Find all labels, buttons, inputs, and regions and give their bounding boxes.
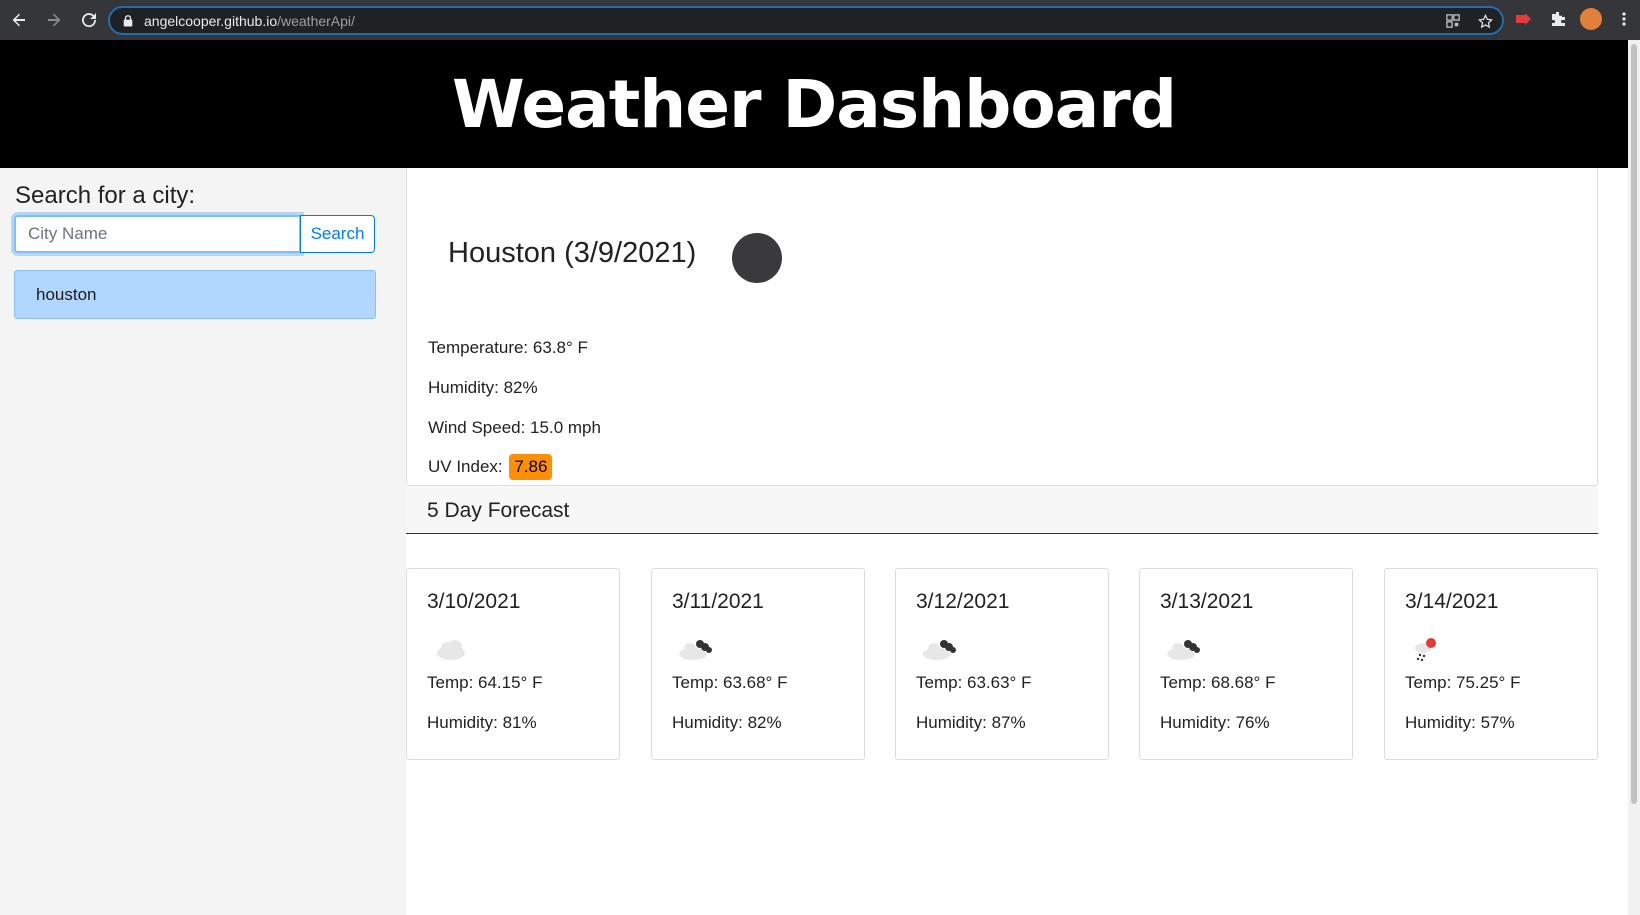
forecast-card: 3/13/2021 Temp: 68.68° F Humidity: 76% <box>1139 568 1353 760</box>
extensions-puzzle-icon[interactable] <box>1546 6 1570 32</box>
forecast-temp: Temp: 68.68° F <box>1160 673 1276 692</box>
current-wind-speed: Wind Speed: 15.0 mph <box>428 418 601 437</box>
forecast-temp: Temp: 63.63° F <box>916 673 1032 692</box>
profile-avatar[interactable] <box>1580 8 1602 30</box>
search-label: Search for a city: <box>15 182 196 209</box>
page-viewport: Weather Dashboard Search for a city: Sea… <box>0 40 1628 915</box>
rain-icon <box>1415 638 1436 662</box>
lock-icon[interactable] <box>122 14 136 28</box>
current-temperature: Temperature: 63.8° F <box>428 338 588 357</box>
forecast-date: 3/10/2021 <box>427 590 521 613</box>
bookmark-star-icon[interactable] <box>1476 12 1494 30</box>
url-text: angelcooper.github.io/weatherApi/ <box>144 13 355 29</box>
forecast-date: 3/11/2021 <box>672 590 764 613</box>
forecast-date: 3/12/2021 <box>916 590 1010 613</box>
forecast-card: 3/10/2021 Temp: 64.15° F Humidity: 81% <box>406 568 620 760</box>
forecast-humidity: Humidity: 87% <box>916 713 1026 732</box>
page-scrollbar[interactable] <box>1628 40 1640 915</box>
forecast-card: 3/14/2021 Temp: 75.25° F Humidity: 57% <box>1384 568 1598 760</box>
forecast-temp: Temp: 64.15° F <box>427 673 543 692</box>
browser-toolbar: angelcooper.github.io/weatherApi/ <box>0 0 1640 40</box>
forecast-humidity: Humidity: 76% <box>1160 713 1270 732</box>
forward-arrow-icon[interactable] <box>38 4 70 36</box>
forecast-card: 3/12/2021 Temp: 63.63° F Humidity: 87% <box>895 568 1109 760</box>
search-button[interactable]: Search <box>300 215 375 253</box>
night-clear-icon <box>732 233 782 283</box>
uv-badge: 7.86 <box>509 454 553 480</box>
extension-red-icon[interactable] <box>1512 6 1536 32</box>
current-humidity: Humidity: 82% <box>428 378 538 397</box>
forecast-temp: Temp: 63.68° F <box>672 673 788 692</box>
forecast-temp: Temp: 75.25° F <box>1405 673 1521 692</box>
forecast-heading: 5 Day Forecast <box>406 486 1598 534</box>
forecast-date: 3/13/2021 <box>1160 590 1254 613</box>
more-menu-icon[interactable] <box>1612 6 1636 32</box>
cloud-icon <box>437 640 465 660</box>
broken-clouds-icon <box>1167 640 1200 660</box>
current-uv-index: UV Index: 7.86 <box>428 454 553 480</box>
url-path: /weatherApi/ <box>277 12 355 29</box>
back-arrow-icon[interactable] <box>3 4 35 36</box>
reload-icon[interactable] <box>73 4 105 36</box>
qr-code-icon[interactable] <box>1444 12 1462 30</box>
uv-label: UV Index: <box>428 457 508 476</box>
city-search-input[interactable] <box>14 215 301 253</box>
scrollbar-thumb[interactable] <box>1631 44 1637 804</box>
broken-clouds-icon <box>679 640 712 660</box>
page-title: Weather Dashboard <box>451 65 1177 143</box>
url-host: angelcooper.github.io <box>144 12 278 29</box>
page-header: Weather Dashboard <box>0 40 1628 168</box>
forecast-date: 3/14/2021 <box>1405 590 1499 613</box>
forecast-card: 3/11/2021 Temp: 63.68° F Humidity: 82% <box>651 568 865 760</box>
sidebar: Search for a city: Search houston <box>0 168 406 915</box>
forecast-humidity: Humidity: 57% <box>1405 713 1515 732</box>
current-city-title: Houston (3/9/2021) <box>448 237 697 269</box>
main-content: Houston (3/9/2021) Temperature: 63.8° F … <box>406 168 1628 915</box>
forecast-humidity: Humidity: 81% <box>427 713 537 732</box>
address-bar[interactable]: angelcooper.github.io/weatherApi/ <box>108 6 1504 35</box>
current-weather-card: Houston (3/9/2021) Temperature: 63.8° F … <box>406 168 1598 486</box>
broken-clouds-icon <box>923 640 956 660</box>
forecast-humidity: Humidity: 82% <box>672 713 782 732</box>
history-item-houston[interactable]: houston <box>14 270 376 319</box>
